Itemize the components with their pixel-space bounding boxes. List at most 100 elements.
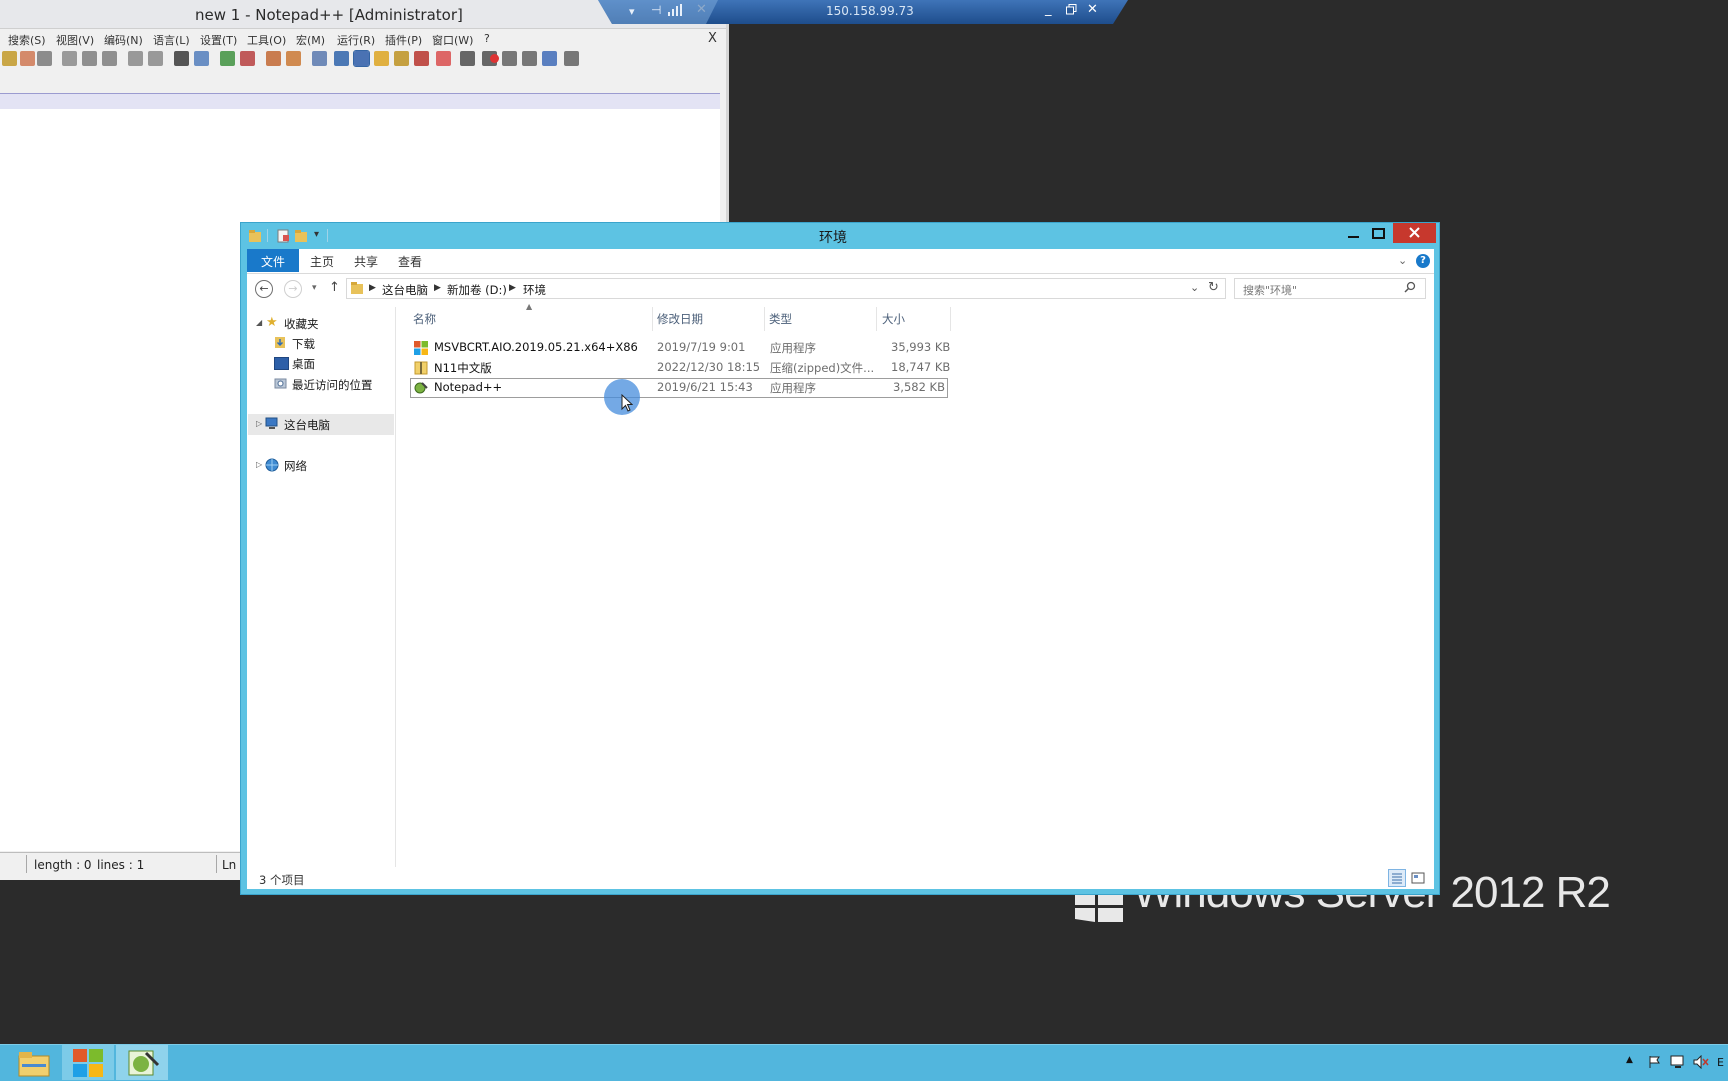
show-all-icon[interactable] [334, 51, 349, 66]
close-button[interactable] [1393, 223, 1436, 243]
menu-run[interactable]: 运行(R) [337, 32, 375, 48]
save-macro-icon[interactable] [564, 51, 579, 66]
notepadpp-tab-strip[interactable] [0, 93, 720, 109]
close-icon[interactable]: ✕ [1087, 2, 1098, 17]
run-macro-icon[interactable] [522, 51, 537, 66]
zoom-out-icon[interactable] [240, 51, 255, 66]
menu-tools[interactable]: 工具(O) [247, 32, 286, 48]
notepadpp-taskbar-button[interactable] [116, 1045, 168, 1080]
find-icon[interactable] [174, 51, 189, 66]
sync-h-icon[interactable] [286, 51, 301, 66]
menu-help[interactable]: ? [484, 32, 490, 45]
menu-search[interactable]: 搜索(S) [8, 32, 46, 48]
wrap-icon[interactable] [312, 51, 327, 66]
details-view-icon[interactable] [1388, 869, 1406, 887]
redo-icon[interactable] [148, 51, 163, 66]
stop-macro-icon[interactable] [502, 51, 517, 66]
forward-button[interactable]: → [284, 280, 302, 298]
column-header-date[interactable]: 修改日期 [657, 311, 703, 327]
network-tray-icon[interactable] [1670, 1055, 1686, 1069]
breadcrumb-this-pc[interactable]: 这台电脑 [382, 282, 428, 298]
menu-macro[interactable]: 宏(M) [296, 32, 325, 48]
doc-map-icon[interactable] [374, 51, 389, 66]
menu-window[interactable]: 窗口(W) [432, 32, 473, 48]
column-header-type[interactable]: 类型 [769, 311, 792, 327]
nav-downloads[interactable]: 下载 [292, 336, 315, 352]
column-divider[interactable] [764, 307, 765, 331]
file-row[interactable]: MSVBCRT.AIO.2019.05.21.x64+X86 2019/7/19… [413, 340, 1003, 358]
monitor-icon[interactable] [436, 51, 451, 66]
restore-icon[interactable] [1066, 4, 1077, 15]
help-icon[interactable]: ? [1416, 254, 1430, 268]
chevron-right-icon[interactable]: ▶ [369, 283, 376, 293]
volume-muted-icon[interactable] [1693, 1055, 1709, 1069]
cut-icon[interactable] [62, 51, 77, 66]
expand-arrow-icon[interactable]: ▷ [256, 460, 262, 469]
run-multiple-icon[interactable] [542, 51, 557, 66]
nav-network[interactable]: 网络 [284, 458, 307, 474]
nav-desktop[interactable]: 桌面 [292, 356, 315, 372]
input-language-indicator[interactable]: E [1717, 1056, 1724, 1069]
folder-workspace-icon[interactable] [414, 51, 429, 66]
menu-settings[interactable]: 设置(T) [200, 32, 237, 48]
refresh-icon[interactable]: ↻ [1208, 280, 1219, 295]
minimize-button[interactable] [1341, 224, 1366, 243]
collapse-arrow-icon[interactable]: ◢ [256, 318, 262, 327]
chevron-right-icon[interactable]: ▶ [509, 283, 516, 293]
chevron-right-icon[interactable]: ▶ [434, 283, 441, 293]
server-manager-taskbar-button[interactable] [62, 1045, 114, 1080]
large-icons-view-icon[interactable] [1411, 871, 1425, 885]
print-icon[interactable] [37, 51, 52, 66]
expand-ribbon-icon[interactable]: ⌄ [1398, 254, 1407, 267]
properties-icon[interactable] [276, 229, 290, 243]
search-icon[interactable] [1404, 281, 1416, 293]
tab-share[interactable]: 共享 [354, 253, 378, 270]
indent-guide-icon[interactable] [353, 50, 370, 67]
up-button[interactable]: ↑ [329, 280, 340, 295]
rdp-menu-icon[interactable]: ▾ [629, 5, 635, 18]
menu-plugins[interactable]: 插件(P) [385, 32, 422, 48]
address-dropdown-icon[interactable]: ⌄ [1190, 281, 1199, 294]
file-explorer-taskbar-button[interactable] [8, 1045, 60, 1080]
maximize-button[interactable] [1366, 224, 1391, 243]
breadcrumb-current[interactable]: 环境 [523, 282, 546, 298]
breadcrumb-drive[interactable]: 新加卷 (D:) [447, 282, 507, 298]
open-file-icon[interactable] [2, 51, 17, 66]
copy-icon[interactable] [82, 51, 97, 66]
menu-language[interactable]: 语言(L) [153, 32, 190, 48]
file-size: 18,747 KB [891, 360, 951, 374]
back-button[interactable]: ← [255, 280, 273, 298]
replace-icon[interactable] [194, 51, 209, 66]
sort-ascending-icon: ▲ [526, 302, 533, 311]
record-macro-icon[interactable] [460, 51, 475, 66]
close-file-icon[interactable] [20, 51, 35, 66]
expand-arrow-icon[interactable]: ▷ [256, 419, 262, 428]
column-header-size[interactable]: 大小 [882, 311, 905, 327]
zoom-in-icon[interactable] [220, 51, 235, 66]
column-header-name[interactable]: 名称 [413, 311, 436, 327]
column-divider[interactable] [950, 307, 951, 331]
nav-this-pc[interactable]: 这台电脑 [284, 417, 330, 433]
paste-icon[interactable] [102, 51, 117, 66]
close-doc-icon[interactable]: X [708, 31, 717, 46]
file-row[interactable]: N11中文版 2022/12/30 18:15 压缩(zipped)文件... … [413, 360, 1003, 378]
sync-v-icon[interactable] [266, 51, 281, 66]
new-folder-icon[interactable] [294, 229, 308, 243]
tab-view[interactable]: 查看 [398, 253, 422, 270]
undo-icon[interactable] [128, 51, 143, 66]
qat-dropdown-icon[interactable]: ▾ [314, 229, 319, 240]
nav-favorites[interactable]: 收藏夹 [284, 316, 319, 332]
pin-icon[interactable]: ⊣ [651, 3, 661, 17]
nav-recent[interactable]: 最近访问的位置 [292, 377, 373, 393]
function-list-icon[interactable] [394, 51, 409, 66]
tab-home[interactable]: 主页 [310, 253, 334, 270]
menu-view[interactable]: 视图(V) [56, 32, 94, 48]
action-center-flag-icon[interactable] [1648, 1055, 1662, 1069]
menu-encoding[interactable]: 编码(N) [104, 32, 143, 48]
file-row[interactable]: Notepad++ 2019/6/21 15:43 应用程序 3,582 KB [413, 380, 1003, 398]
show-hidden-icons-icon[interactable]: ▲ [1626, 1055, 1633, 1065]
recent-locations-icon[interactable]: ▾ [312, 283, 317, 293]
minimize-icon[interactable]: _ [1045, 2, 1052, 17]
column-divider[interactable] [652, 307, 653, 331]
column-divider[interactable] [876, 307, 877, 331]
